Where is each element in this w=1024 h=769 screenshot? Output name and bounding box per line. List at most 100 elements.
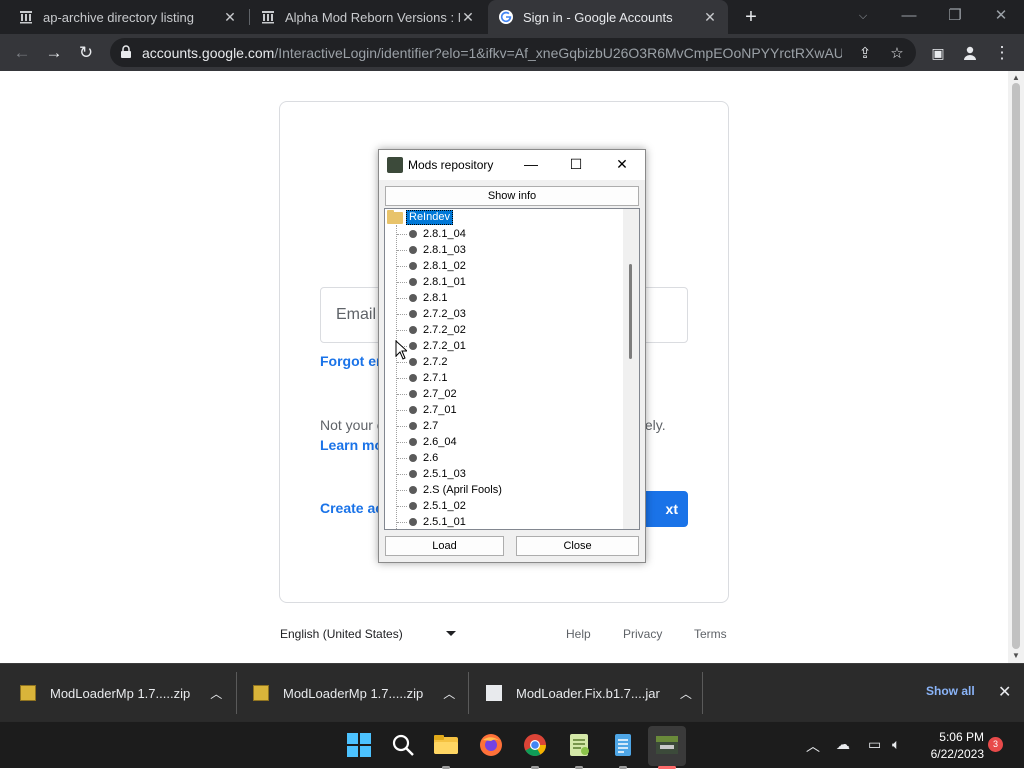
load-button[interactable]: Load xyxy=(385,536,504,556)
tree-item-label: 2.8.1_04 xyxy=(423,228,466,240)
create-account-link[interactable]: Create ac xyxy=(320,500,383,516)
search-icon[interactable] xyxy=(390,732,416,758)
tree-item[interactable]: 2.7.2_01 xyxy=(397,338,466,354)
profile-icon[interactable] xyxy=(956,39,984,67)
onedrive-icon[interactable]: ☁ xyxy=(836,736,850,753)
close-icon[interactable]: ✕ xyxy=(702,9,718,26)
mod-version-icon xyxy=(409,438,417,446)
close-icon[interactable]: ✕ xyxy=(612,154,632,174)
close-icon[interactable]: ✕ xyxy=(222,9,238,26)
zip-file-icon xyxy=(20,685,36,701)
chevron-up-icon[interactable]: ︿ xyxy=(806,736,820,756)
tree-item-label: 2.7.2 xyxy=(423,356,448,368)
help-link[interactable]: Help xyxy=(566,627,591,641)
windows-start-icon[interactable] xyxy=(346,732,372,758)
tree-root-label: ReIndev xyxy=(406,210,453,225)
close-button[interactable]: Close xyxy=(516,536,639,556)
notification-badge[interactable]: 3 xyxy=(988,737,1003,752)
notepad-plus-plus-icon[interactable] xyxy=(566,732,592,758)
tab-search-icon[interactable]: ⌵ xyxy=(840,0,886,34)
close-window-icon[interactable]: ✕ xyxy=(978,0,1024,34)
tree-item[interactable]: 2.8.1 xyxy=(397,290,447,306)
mod-version-icon xyxy=(409,358,417,366)
restore-icon[interactable]: ❐ xyxy=(932,0,978,34)
dialog-titlebar[interactable]: Mods repository — ☐ ✕ xyxy=(379,150,645,180)
language-select[interactable]: English (United States) xyxy=(280,627,403,641)
tree-item-label: 2.7.2_03 xyxy=(423,308,466,320)
tree-item[interactable]: 2.7_01 xyxy=(397,402,457,418)
tree-item[interactable]: 2.7.1 xyxy=(397,370,447,386)
tree-item[interactable]: 2.5.1_02 xyxy=(397,498,466,514)
mod-version-icon xyxy=(409,326,417,334)
minimize-icon[interactable]: — xyxy=(521,154,541,174)
tree-item[interactable]: 2.7 xyxy=(397,418,438,434)
tree-item[interactable]: 2.S (April Fools) xyxy=(397,482,502,498)
tree-item[interactable]: 2.8.1_01 xyxy=(397,274,466,290)
mod-version-icon xyxy=(409,278,417,286)
tree-item-label: 2.S (April Fools) xyxy=(423,484,502,496)
show-info-button[interactable]: Show info xyxy=(385,186,639,206)
tab-alpha-mod[interactable]: Alpha Mod Reborn Versions : Mr ✕ xyxy=(250,0,486,34)
tree-item[interactable]: 2.8.1_04 xyxy=(397,226,466,242)
mod-version-icon xyxy=(409,246,417,254)
tree-item[interactable]: 2.6_04 xyxy=(397,434,457,450)
close-icon[interactable]: ✕ xyxy=(998,682,1011,702)
chevron-up-icon[interactable]: ︿ xyxy=(210,685,222,702)
minimize-icon[interactable]: — xyxy=(886,0,932,34)
tab-google-signin[interactable]: Sign in - Google Accounts ✕ xyxy=(488,0,728,34)
maximize-icon[interactable]: ☐ xyxy=(566,154,586,174)
chevron-down-icon[interactable] xyxy=(446,631,456,636)
archive-icon xyxy=(260,9,276,25)
mod-version-icon xyxy=(409,294,417,302)
download-item[interactable]: ModLoaderMp 1.7.....zip ︿ xyxy=(20,664,222,722)
tree-item[interactable]: 2.7.2_03 xyxy=(397,306,466,322)
not-your-computer-text: Not your c xyxy=(320,417,384,433)
minecraft-app-icon[interactable] xyxy=(654,732,680,758)
notepad-icon[interactable] xyxy=(610,732,636,758)
download-item[interactable]: ModLoaderMp 1.7.....zip ︿ xyxy=(253,664,455,722)
privacy-link[interactable]: Privacy xyxy=(623,627,662,641)
chevron-up-icon[interactable]: ︿ xyxy=(680,685,692,702)
tree-scrollbar[interactable] xyxy=(623,209,639,529)
back-icon[interactable]: ← xyxy=(8,39,36,67)
firefox-icon[interactable] xyxy=(478,732,504,758)
close-icon[interactable]: ✕ xyxy=(460,9,476,26)
mods-tree[interactable]: ReIndev 2.8.1_04 2.8.1_03 2.8.1_02 2.8.1_01… xyxy=(384,208,640,530)
tab-ap-archive[interactable]: ap-archive directory listing ✕ xyxy=(8,0,248,34)
chevron-up-icon[interactable]: ︿ xyxy=(443,685,455,702)
mod-version-icon xyxy=(409,454,417,462)
tree-item[interactable]: 2.7_02 xyxy=(397,386,457,402)
volume-icon[interactable]: 🔈︎ xyxy=(892,736,900,753)
page-scrollbar[interactable]: ▲ ▼ xyxy=(1008,71,1024,663)
tree-item[interactable]: 2.5.1_01 xyxy=(397,514,466,529)
terms-link[interactable]: Terms xyxy=(694,627,727,641)
lock-icon[interactable] xyxy=(120,45,132,64)
tree-item-label: 2.7.2_01 xyxy=(423,340,466,352)
tree-item[interactable]: 2.7.2_02 xyxy=(397,322,466,338)
new-tab-button[interactable]: + xyxy=(738,4,764,30)
tree-item[interactable]: 2.5.1_03 xyxy=(397,466,466,482)
learn-more-link[interactable]: Learn mo xyxy=(320,437,383,453)
file-explorer-icon[interactable] xyxy=(433,732,459,758)
google-icon xyxy=(498,9,514,25)
tree-root-reindev[interactable]: ReIndev xyxy=(387,209,453,225)
download-item[interactable]: ModLoader.Fix.b1.7....jar ︿ xyxy=(486,664,692,722)
tree-item[interactable]: 2.6 xyxy=(397,450,438,466)
show-all-link[interactable]: Show all xyxy=(926,684,975,698)
mods-repository-dialog: Mods repository — ☐ ✕ Show info ReIndev … xyxy=(378,149,646,563)
mod-version-icon xyxy=(409,310,417,318)
chrome-icon[interactable] xyxy=(522,732,548,758)
tab-label: Alpha Mod Reborn Versions : Mr xyxy=(285,9,460,25)
share-icon[interactable]: ⇪ xyxy=(856,44,874,62)
tree-item[interactable]: 2.8.1_03 xyxy=(397,242,466,258)
tree-item[interactable]: 2.8.1_02 xyxy=(397,258,466,274)
forward-icon[interactable]: → xyxy=(40,39,68,67)
clock-time[interactable]: 5:06 PM xyxy=(934,730,984,744)
menu-icon[interactable]: ⋮ xyxy=(988,39,1016,67)
network-icon[interactable]: ▭ xyxy=(868,736,881,753)
address-bar[interactable]: accounts.google.com/InteractiveLogin/ide… xyxy=(110,38,916,67)
bookmark-star-icon[interactable]: ☆ xyxy=(888,44,906,62)
clock-date[interactable]: 6/22/2023 xyxy=(918,747,984,761)
reload-icon[interactable]: ↻ xyxy=(72,39,100,67)
side-panel-icon[interactable]: ▣ xyxy=(924,39,952,67)
